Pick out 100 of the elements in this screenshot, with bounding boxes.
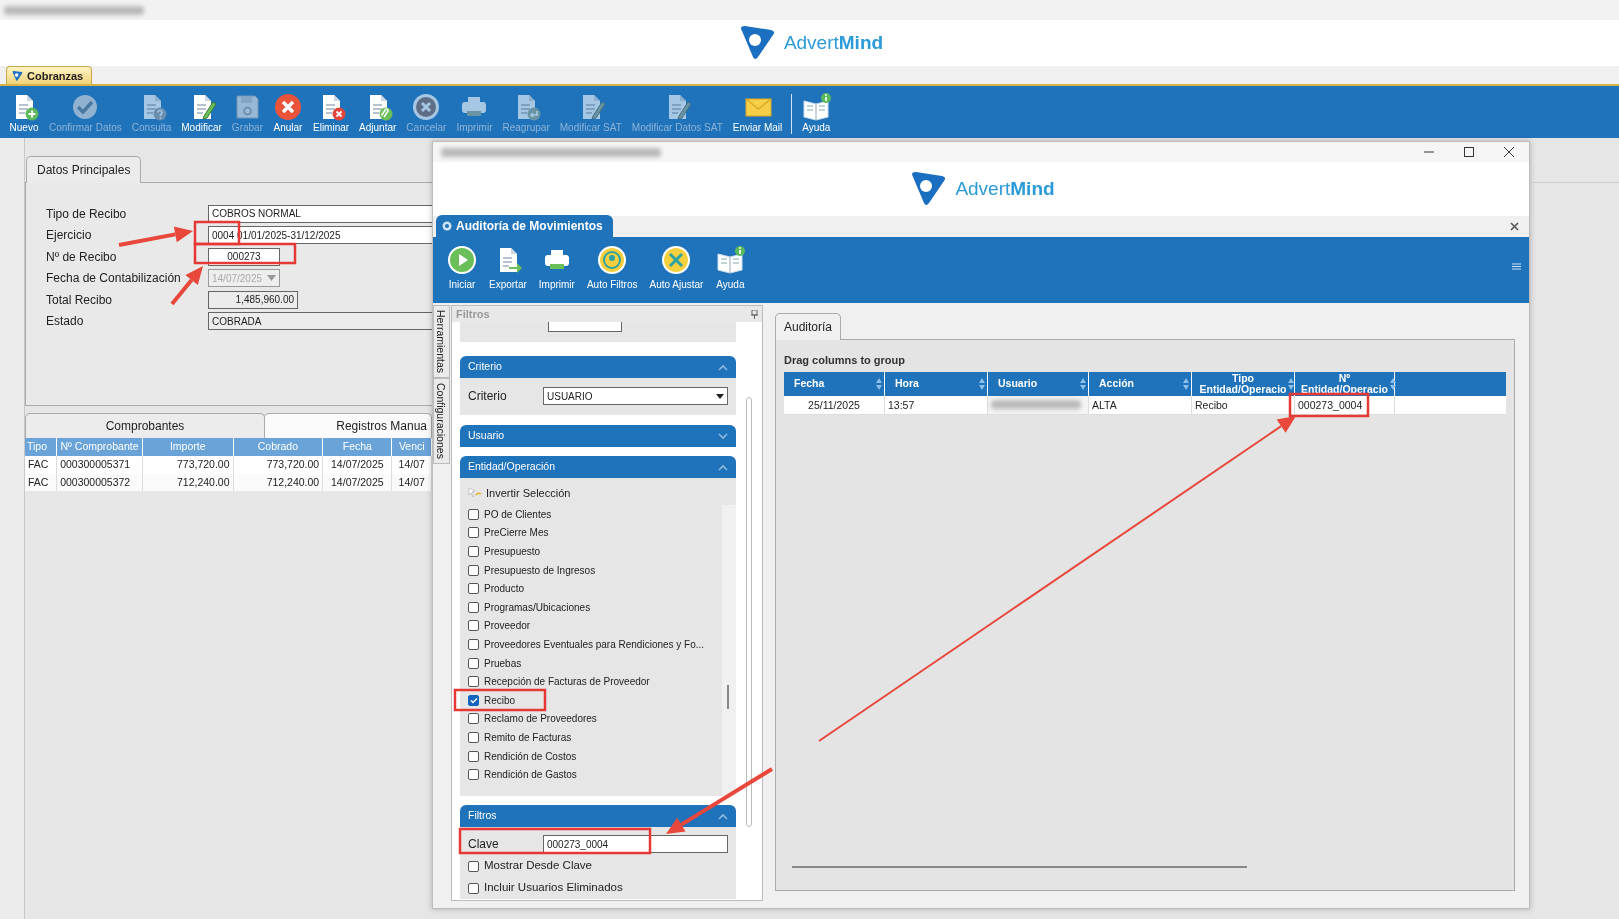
- window-tab[interactable]: Auditoría de Movimientos: [436, 215, 613, 237]
- section-header[interactable]: Criterio: [460, 356, 736, 378]
- checkbox-label: Proveedores Eventuales para Rendiciones y Fo...: [484, 637, 705, 652]
- dropdown[interactable]: COBROS NORMAL: [208, 204, 432, 223]
- date-field[interactable]: [548, 322, 622, 332]
- tab[interactable]: Registros Manua: [264, 413, 432, 438]
- toolbar-button[interactable]: Imprimir: [532, 245, 581, 290]
- column-header[interactable]: Tipo Entidad/Operacio: [1199, 373, 1287, 395]
- section-header[interactable]: Usuario: [460, 425, 736, 447]
- sort-icon[interactable]: [876, 378, 882, 390]
- column-header[interactable]: Nº Entidad/Operacio: [1301, 373, 1388, 395]
- sort-icon[interactable]: [1183, 378, 1189, 390]
- checkbox[interactable]: [468, 564, 479, 576]
- toolbar-button[interactable]: Anular: [268, 90, 308, 138]
- input-field[interactable]: 1,485,960.00: [208, 290, 298, 309]
- close-icon[interactable]: [1510, 222, 1519, 231]
- panel-tab[interactable]: Datos Principales: [26, 156, 142, 183]
- input-field[interactable]: 000273_0004: [543, 835, 728, 853]
- checkbox[interactable]: [468, 694, 479, 706]
- toolbar-button[interactable]: Adjuntar: [354, 90, 402, 138]
- checkbox-label: Recepción de Facturas de Proveedor: [484, 675, 650, 690]
- scrollbar-thumb[interactable]: [792, 866, 1247, 868]
- toolbar-button[interactable]: Ayuda: [709, 245, 752, 290]
- checkbox[interactable]: [468, 882, 479, 894]
- table-cell: 000273_0004: [1298, 399, 1363, 411]
- checkbox[interactable]: [468, 750, 479, 762]
- pin-icon[interactable]: [751, 309, 758, 319]
- input-field: COBRADA: [208, 312, 432, 331]
- field-label: Clave: [468, 836, 500, 853]
- cursor-icon: [468, 487, 482, 499]
- checkbox-label: Remito de Facturas: [484, 730, 572, 745]
- checkbox-label: Reclamo de Proveedores: [484, 712, 597, 727]
- menu-icon[interactable]: [1512, 263, 1521, 270]
- toolbar-button[interactable]: Auto Filtros: [580, 245, 644, 290]
- checkbox[interactable]: [468, 546, 479, 557]
- checkbox[interactable]: [468, 731, 479, 743]
- side-tab[interactable]: Configuraciones: [433, 378, 450, 464]
- sort-icon[interactable]: [979, 378, 985, 390]
- checkbox[interactable]: [468, 601, 479, 613]
- close-icon: [1503, 146, 1515, 158]
- field-label: Fecha de Contabilización: [46, 271, 181, 286]
- column-header[interactable]: Hora: [895, 378, 919, 390]
- checkbox[interactable]: [468, 508, 479, 520]
- column-header[interactable]: Tipo: [25, 438, 57, 456]
- pin-icon: [442, 221, 452, 231]
- dropdown[interactable]: USUARIO: [543, 387, 728, 405]
- toolbar-button[interactable]: Enviar Mail: [727, 90, 788, 138]
- checkbox-label: Incluir Usuarios Eliminados: [484, 880, 623, 896]
- panel-tab[interactable]: Auditoría: [775, 313, 842, 340]
- toolbar-button[interactable]: Eliminar: [308, 90, 355, 138]
- toolbar-button[interactable]: Nuevo: [4, 90, 44, 138]
- column-header[interactable]: Importe: [142, 438, 233, 456]
- side-tab[interactable]: Herramientas: [433, 305, 450, 379]
- column-header[interactable]: Fecha: [794, 378, 825, 390]
- maximize-icon: [1463, 146, 1475, 158]
- field-label: Nº de Recibo: [46, 249, 117, 264]
- tab[interactable]: Comprobantes: [25, 413, 265, 438]
- table-cell: 13:57: [888, 399, 915, 411]
- checkbox[interactable]: [468, 860, 479, 872]
- column-header[interactable]: Venci: [391, 438, 432, 456]
- toolbar-button[interactable]: Iniciar: [441, 245, 483, 290]
- toolbar-button[interactable]: Modificar: [176, 90, 227, 138]
- checkbox[interactable]: [468, 713, 479, 725]
- checkbox-label: Proveedor: [484, 619, 531, 634]
- column-header[interactable]: Usuario: [998, 378, 1038, 390]
- sort-icon[interactable]: [1389, 378, 1396, 390]
- field-label: Estado: [46, 314, 84, 329]
- table-cell: FAC: [25, 455, 57, 474]
- logo-text: AdvertMind: [955, 176, 1055, 201]
- field-label: Criterio: [468, 388, 508, 405]
- table-cell: ALTA: [1092, 399, 1117, 411]
- link[interactable]: Invertir Selección: [486, 484, 571, 502]
- toolbar-button[interactable]: Ayuda: [796, 90, 837, 138]
- scrollbar-thumb[interactable]: [727, 685, 729, 709]
- logo-icon: [11, 69, 23, 82]
- toolbar-button[interactable]: Auto Ajustar: [643, 245, 710, 290]
- column-header[interactable]: Fecha: [322, 438, 392, 456]
- column-header[interactable]: Nº Comprobante: [56, 438, 143, 456]
- checkbox[interactable]: [468, 583, 479, 595]
- toolbar-button[interactable]: Exportar: [483, 245, 533, 290]
- cancel-icon: [273, 92, 303, 122]
- sort-icon[interactable]: [1288, 378, 1295, 390]
- checkbox[interactable]: [468, 676, 479, 688]
- group-hint: Drag columns to group: [784, 353, 906, 368]
- sort-icon[interactable]: [1080, 378, 1086, 390]
- section-header[interactable]: Entidad/Operación: [460, 456, 736, 478]
- scrollbar-thumb[interactable]: [746, 397, 752, 827]
- checkbox-label: Pruebas: [484, 656, 522, 671]
- checkbox[interactable]: [468, 657, 479, 669]
- section-header[interactable]: Filtros: [460, 805, 736, 827]
- checkbox-label: Rendición de Gastos: [484, 768, 577, 783]
- checkbox[interactable]: [468, 769, 479, 781]
- checkbox[interactable]: [468, 638, 479, 650]
- checkbox-label: Presupuesto de Ingresos: [484, 563, 596, 578]
- checkbox[interactable]: [468, 527, 479, 539]
- column-header[interactable]: Acción: [1099, 378, 1134, 390]
- table-cell: 773,720.00: [233, 455, 323, 474]
- column-header[interactable]: Cobrado: [233, 438, 323, 456]
- checkbox-label: Rendición de Costos: [484, 749, 577, 764]
- checkbox[interactable]: [468, 620, 479, 632]
